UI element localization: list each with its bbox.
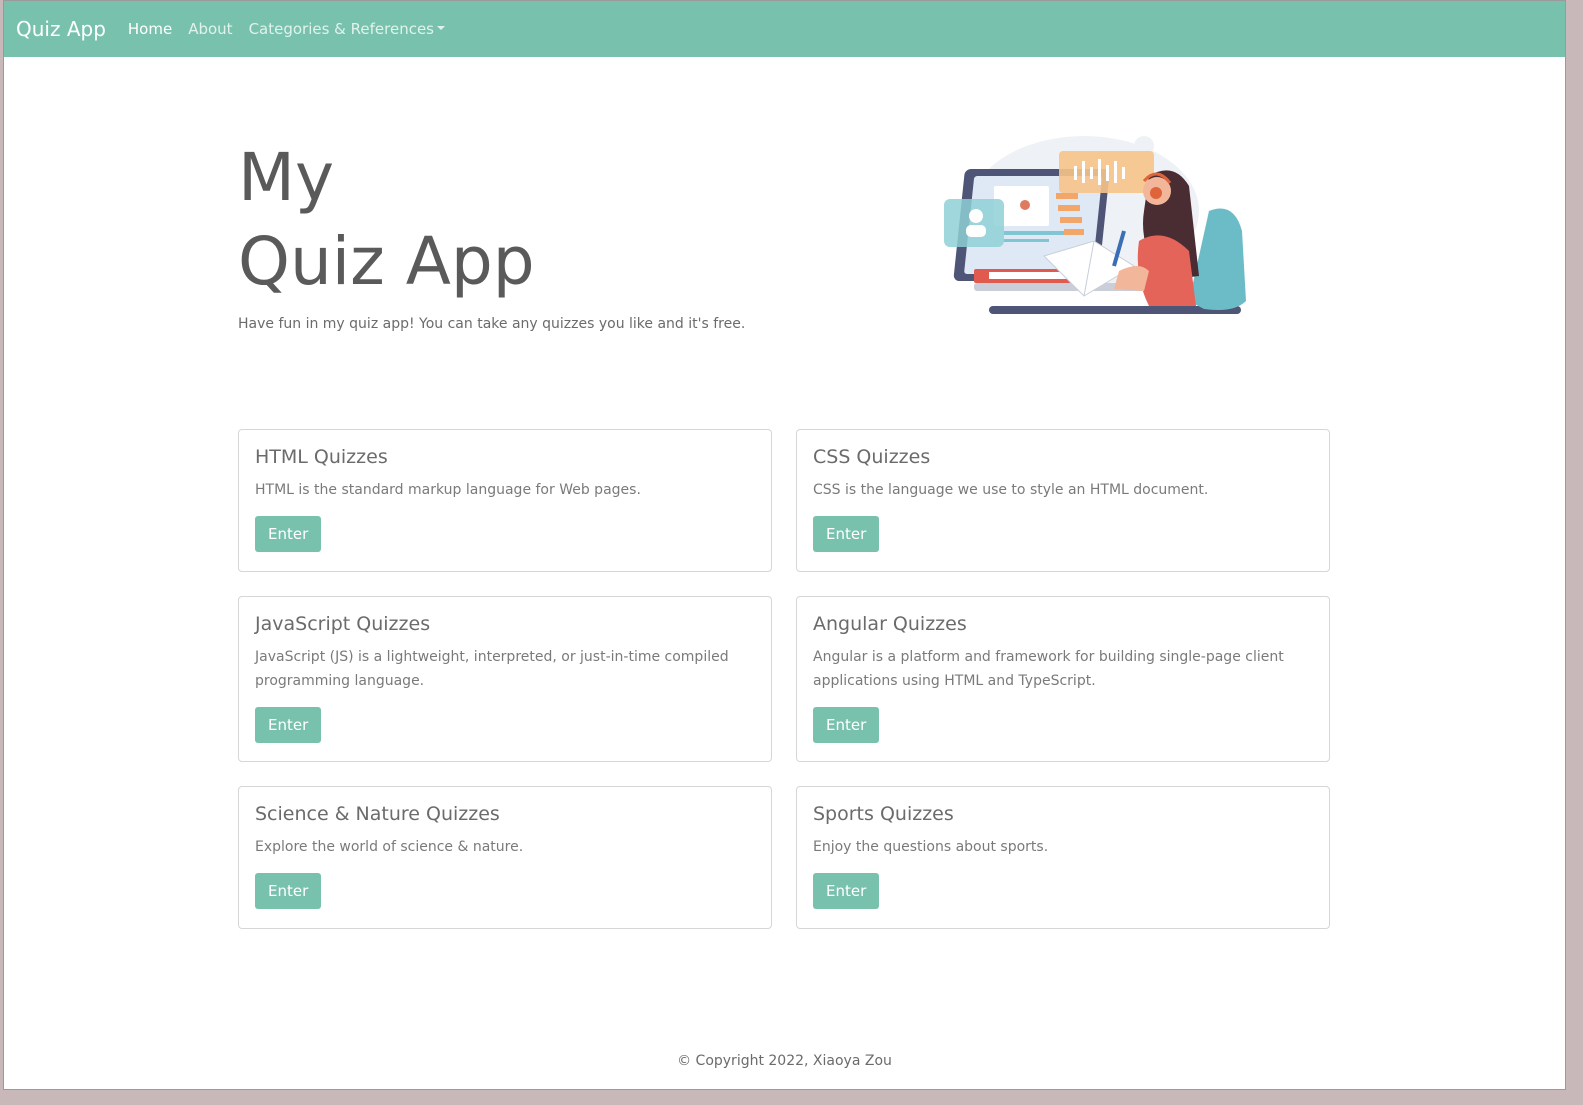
- page-title: My Quiz App: [238, 136, 798, 304]
- illustration-svg: [944, 136, 1246, 314]
- card-title: Angular Quizzes: [813, 613, 967, 635]
- card-title: Sports Quizzes: [813, 803, 954, 825]
- student-studying-illustration: [934, 131, 1254, 321]
- nav-categories-dropdown[interactable]: Categories & References: [249, 20, 445, 38]
- card-sports: Sports Quizzes Enjoy the questions about…: [796, 786, 1330, 929]
- card-title: CSS Quizzes: [813, 446, 931, 468]
- card-title: Science & Nature Quizzes: [255, 803, 500, 825]
- card-text: CSS is the language we use to style an H…: [813, 482, 1209, 498]
- nav-categories-label: Categories & References: [248, 20, 434, 38]
- hero-subtitle: Have fun in my quiz app! You can take an…: [238, 316, 746, 332]
- brand-link[interactable]: Quiz App: [16, 17, 106, 41]
- card-html: HTML Quizzes HTML is the standard markup…: [238, 429, 772, 572]
- title-line-1: My: [238, 139, 335, 216]
- card-text: JavaScript (JS) is a lightweight, interp…: [255, 649, 729, 689]
- caret-down-icon: [437, 26, 445, 30]
- enter-css-button[interactable]: Enter: [813, 516, 880, 552]
- card-javascript: JavaScript Quizzes JavaScript (JS) is a …: [238, 596, 772, 762]
- footer-copyright: © Copyright 2022, Xiaoya Zou: [677, 1053, 892, 1069]
- enter-science-button[interactable]: Enter: [255, 873, 322, 909]
- nav-home[interactable]: Home: [128, 20, 172, 38]
- enter-angular-button[interactable]: Enter: [813, 707, 880, 743]
- card-science-nature: Science & Nature Quizzes Explore the wor…: [238, 786, 772, 929]
- card-css: CSS Quizzes CSS is the language we use t…: [796, 429, 1330, 572]
- enter-html-button[interactable]: Enter: [255, 516, 322, 552]
- card-angular: Angular Quizzes Angular is a platform an…: [796, 596, 1330, 762]
- card-text: Explore the world of science & nature.: [255, 839, 524, 855]
- enter-javascript-button[interactable]: Enter: [255, 707, 322, 743]
- card-text: Angular is a platform and framework for …: [813, 649, 1284, 689]
- card-text: HTML is the standard markup language for…: [255, 482, 641, 498]
- navbar: Quiz App Home About Categories & Referen…: [4, 1, 1565, 57]
- browser-window: Quiz App Home About Categories & Referen…: [3, 0, 1566, 1090]
- title-line-2: Quiz App: [238, 223, 535, 300]
- enter-sports-button[interactable]: Enter: [813, 873, 880, 909]
- card-text: Enjoy the questions about sports.: [813, 839, 1049, 855]
- card-title: HTML Quizzes: [255, 446, 388, 468]
- card-title: JavaScript Quizzes: [255, 613, 431, 635]
- quiz-card-grid: HTML Quizzes HTML is the standard markup…: [238, 429, 1330, 929]
- hero-section: My Quiz App Have fun in my quiz app! You…: [238, 136, 798, 332]
- nav-about[interactable]: About: [188, 20, 232, 38]
